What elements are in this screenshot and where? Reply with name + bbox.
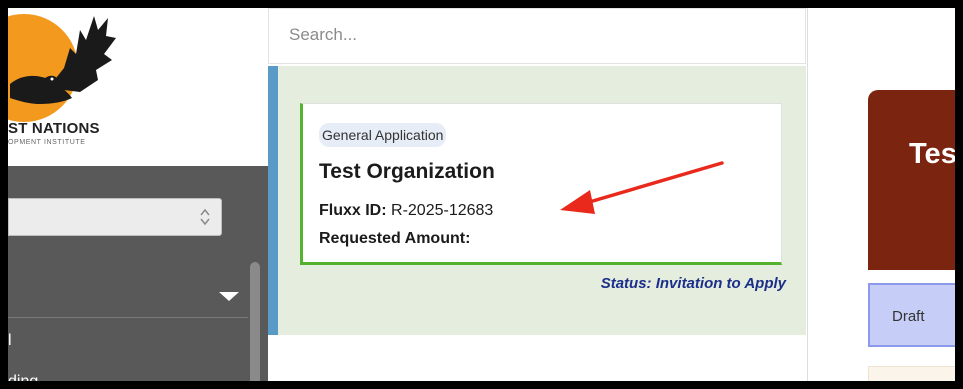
app-window: ST NATIONS OPMENT INSTITUTE l ding Searc…	[8, 8, 955, 381]
annotation-arrow-icon	[560, 161, 724, 214]
